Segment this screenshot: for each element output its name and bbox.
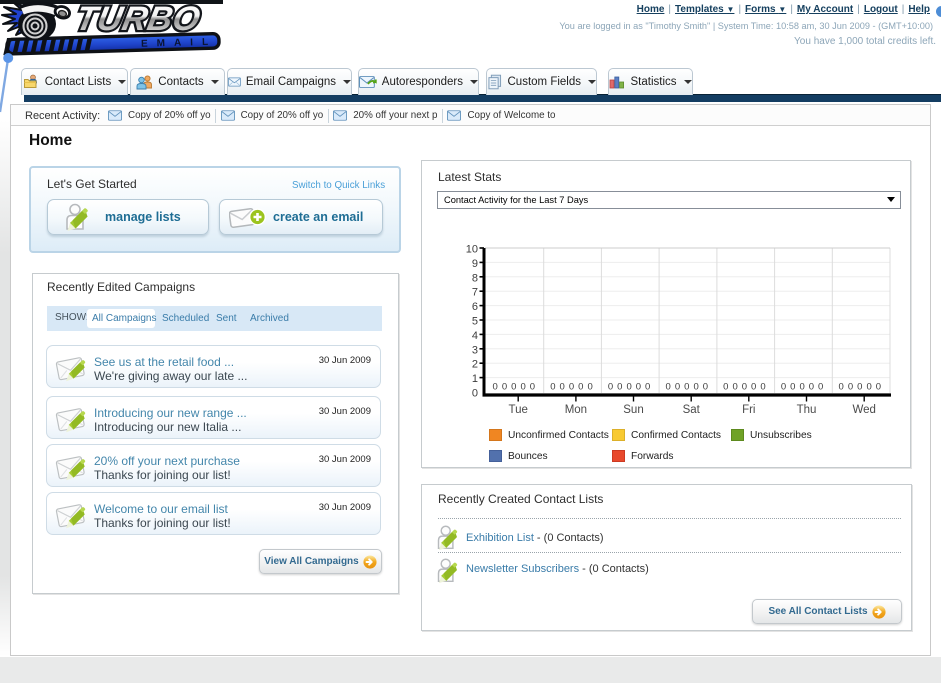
svg-text:Thu: Thu bbox=[797, 404, 817, 416]
svg-text:0: 0 bbox=[666, 382, 671, 393]
svg-text:TURBO: TURBO bbox=[73, 0, 204, 38]
svg-text:0: 0 bbox=[818, 382, 823, 393]
svg-text:4: 4 bbox=[472, 330, 478, 342]
svg-text:0: 0 bbox=[703, 382, 708, 393]
svg-text:0: 0 bbox=[608, 382, 613, 393]
svg-text:Sun: Sun bbox=[623, 404, 643, 416]
svg-text:Fri: Fri bbox=[742, 404, 755, 416]
svg-text:Mon: Mon bbox=[565, 404, 587, 416]
svg-text:0: 0 bbox=[617, 382, 622, 393]
svg-text:0: 0 bbox=[876, 382, 881, 393]
svg-text:10: 10 bbox=[466, 244, 478, 256]
svg-text:8: 8 bbox=[472, 272, 478, 284]
svg-text:0: 0 bbox=[781, 382, 786, 393]
svg-text:Tue: Tue bbox=[509, 404, 528, 416]
svg-text:0: 0 bbox=[675, 382, 680, 393]
svg-text:0: 0 bbox=[799, 382, 804, 393]
svg-text:0: 0 bbox=[866, 382, 871, 393]
svg-text:0: 0 bbox=[723, 382, 728, 393]
svg-text:Sat: Sat bbox=[683, 404, 701, 416]
svg-text:EMAIL: EMAIL bbox=[141, 37, 217, 50]
svg-text:9: 9 bbox=[472, 258, 478, 270]
svg-text:0: 0 bbox=[684, 382, 689, 393]
svg-text:Wed: Wed bbox=[852, 404, 875, 416]
svg-text:0: 0 bbox=[569, 382, 574, 393]
svg-text:0: 0 bbox=[857, 382, 862, 393]
svg-text:0: 0 bbox=[520, 382, 525, 393]
svg-text:0: 0 bbox=[760, 382, 765, 393]
svg-text:0: 0 bbox=[587, 382, 592, 393]
svg-text:0: 0 bbox=[472, 388, 478, 400]
svg-text:0: 0 bbox=[502, 382, 507, 393]
svg-text:0: 0 bbox=[550, 382, 555, 393]
svg-text:0: 0 bbox=[493, 382, 498, 393]
svg-text:0: 0 bbox=[839, 382, 844, 393]
svg-text:0: 0 bbox=[848, 382, 853, 393]
svg-text:3: 3 bbox=[472, 344, 478, 356]
svg-text:5: 5 bbox=[472, 316, 478, 328]
svg-text:0: 0 bbox=[809, 382, 814, 393]
svg-text:0: 0 bbox=[751, 382, 756, 393]
svg-text:0: 0 bbox=[626, 382, 631, 393]
svg-text:0: 0 bbox=[732, 382, 737, 393]
svg-text:1: 1 bbox=[472, 373, 478, 385]
svg-text:0: 0 bbox=[645, 382, 650, 393]
svg-text:0: 0 bbox=[578, 382, 583, 393]
svg-text:0: 0 bbox=[530, 382, 535, 393]
svg-text:0: 0 bbox=[742, 382, 747, 393]
svg-text:6: 6 bbox=[472, 301, 478, 313]
svg-text:0: 0 bbox=[636, 382, 641, 393]
svg-text:0: 0 bbox=[790, 382, 795, 393]
svg-text:0: 0 bbox=[560, 382, 565, 393]
svg-text:7: 7 bbox=[472, 287, 478, 299]
svg-text:2: 2 bbox=[472, 359, 478, 371]
svg-text:0: 0 bbox=[693, 382, 698, 393]
svg-text:0: 0 bbox=[511, 382, 516, 393]
